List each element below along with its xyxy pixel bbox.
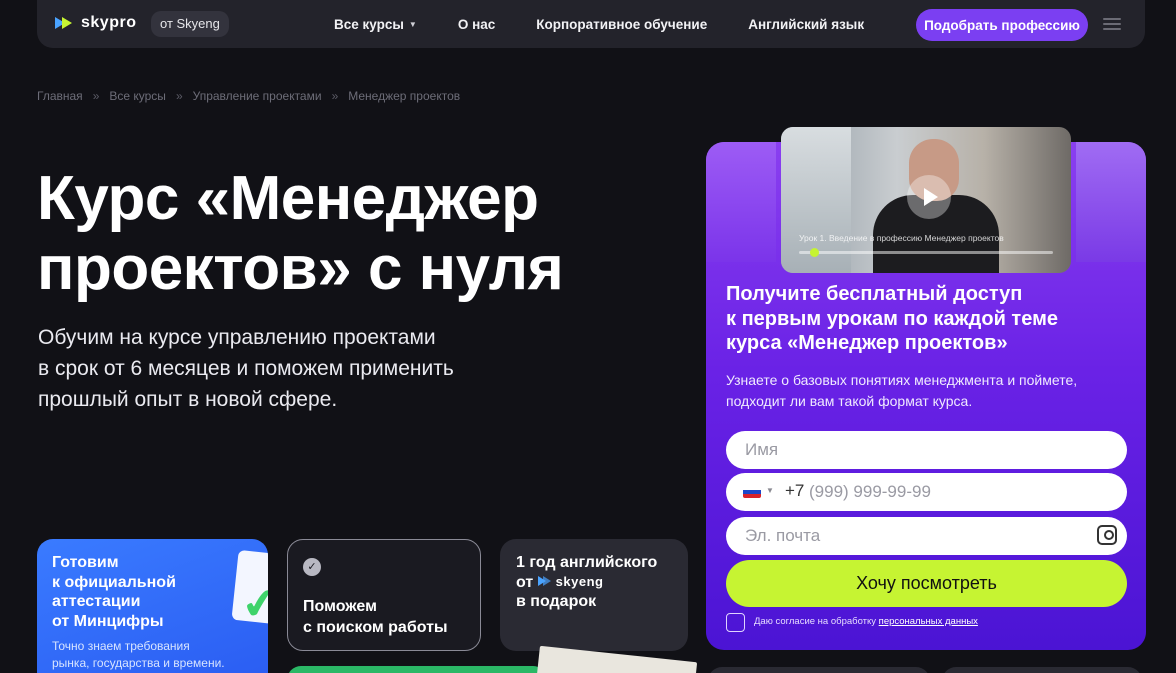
english-gift-card-title: 1 год английского от skyeng в подарок (516, 553, 681, 611)
next-row-card (942, 667, 1142, 673)
nav-corporate[interactable]: Корпоративное обучение (536, 17, 707, 32)
breadcrumb-separator: » (92, 89, 100, 103)
form-description-line-2: подходит ли вам такой формат курса. (726, 392, 973, 409)
top-navbar: skypro от Skyeng Все курсы ▼ О нас Корпо… (37, 0, 1145, 48)
name-input[interactable] (726, 431, 1127, 469)
logo-text: skypro (81, 14, 137, 31)
attestation-note-line-2: рынка, государства и времени. (52, 656, 225, 670)
attestation-line-4: от Минцифры (52, 612, 164, 630)
form-title-line-3: курса «Менеджер проектов» (726, 332, 1008, 354)
attestation-line-3: аттестации (52, 593, 141, 610)
page-title-line-1: Курс «Менеджер (37, 164, 539, 233)
consent-text: Даю согласие на обработку (754, 616, 877, 627)
job-help-line-2: с поиском работы (303, 619, 448, 636)
job-help-line-1: Поможем (303, 598, 377, 615)
breadcrumb: Главная » Все курсы » Управление проекта… (37, 89, 460, 103)
checkmark-icon: ✔ (238, 577, 268, 630)
breadcrumb-current: Менеджер проектов (348, 89, 461, 103)
main-nav: Все курсы ▼ О нас Корпоративное обучение… (334, 0, 905, 48)
attestation-card-note: Точно знаем требования рынка, государств… (52, 638, 262, 672)
nav-english[interactable]: Английский язык (748, 17, 864, 32)
skyeng-logo: skyeng (537, 572, 604, 591)
watch-lessons-button[interactable]: Хочу посмотреть (726, 560, 1127, 607)
panel-decoration (706, 142, 776, 262)
autofill-contact-icon[interactable] (1097, 525, 1117, 545)
form-title-line-1: Получите бесплатный доступ (726, 283, 1023, 305)
job-help-card-title: Поможем с поиском работы (303, 596, 473, 638)
by-skyeng-badge[interactable]: от Skyeng (151, 11, 229, 37)
attestation-card: Готовим к официальной аттестации от Минц… (37, 539, 268, 673)
english-gift-card: 1 год английского от skyeng в подарок (500, 539, 688, 651)
form-description-line-1: Узнаете о базовых понятиях менеджмента и… (726, 372, 1078, 388)
breadcrumb-project-management[interactable]: Управление проектами (193, 89, 322, 103)
breadcrumb-separator: » (175, 89, 183, 103)
hero-subtitle: Обучим на курсе управлению проектами в с… (38, 322, 538, 415)
english-line-2-prefix: от (516, 574, 534, 591)
panel-decoration (1076, 142, 1146, 262)
skyeng-logo-icon (537, 576, 552, 587)
consent-label: Даю согласие на обработку персональных д… (754, 616, 978, 627)
page-title: Курс «Менеджер проектов» с нуля (37, 164, 677, 304)
skypro-logo[interactable]: skypro (55, 14, 136, 32)
english-line-3: в подарок (516, 593, 597, 610)
job-help-card: ✓ Поможем с поиском работы (287, 539, 481, 651)
hero-subtitle-line-3: прошлый опыт в новой сфере. (38, 388, 338, 411)
page-title-line-2: проектов» с нуля (37, 234, 564, 303)
english-line-1: 1 год английского (516, 554, 658, 571)
video-progress-bar[interactable] (799, 251, 1053, 254)
skypro-logo-icon (55, 15, 75, 31)
form-title-line-2: к первым урокам по каждой теме (726, 307, 1058, 330)
attestation-line-1: Готовим (52, 554, 119, 571)
nav-all-courses[interactable]: Все курсы ▼ (334, 17, 417, 32)
phone-input[interactable] (726, 473, 1127, 511)
video-progress-knob[interactable] (810, 248, 819, 257)
consent-checkbox[interactable] (726, 613, 745, 632)
nav-all-courses-label: Все курсы (334, 16, 404, 32)
nav-about[interactable]: О нас (458, 17, 495, 32)
breadcrumb-home[interactable]: Главная (37, 89, 83, 103)
play-icon[interactable] (907, 175, 951, 219)
breadcrumb-separator: » (331, 89, 339, 103)
menu-icon[interactable] (1103, 18, 1121, 30)
skyeng-logo-text: skyeng (555, 574, 604, 589)
email-input[interactable] (726, 517, 1127, 555)
choose-profession-button[interactable]: Подобрать профессию (916, 9, 1088, 41)
next-row-card (708, 667, 930, 673)
attestation-note-line-1: Точно знаем требования (52, 639, 190, 653)
attestation-line-2: к официальной (52, 573, 176, 591)
form-title: Получите бесплатный доступ к первым урок… (726, 282, 1126, 356)
breadcrumb-all-courses[interactable]: Все курсы (109, 89, 166, 103)
hero-subtitle-line-1: Обучим на курсе управлению проектами (38, 326, 436, 349)
check-circle-icon: ✓ (303, 558, 321, 576)
caret-down-icon: ▼ (408, 19, 417, 29)
form-description: Узнаете о базовых понятиях менеджмента и… (726, 370, 1126, 411)
hero-subtitle-line-2: в срок от 6 месяцев и поможем применить (38, 357, 454, 380)
attestation-card-title: Готовим к официальной аттестации от Минц… (52, 553, 192, 631)
next-row-card-green (287, 666, 547, 673)
video-preview[interactable]: Урок 1. Введение в профессию Менеджер пр… (781, 127, 1071, 273)
personal-data-link[interactable]: персональных данных (879, 616, 978, 627)
video-caption: Урок 1. Введение в профессию Менеджер пр… (799, 233, 1004, 243)
